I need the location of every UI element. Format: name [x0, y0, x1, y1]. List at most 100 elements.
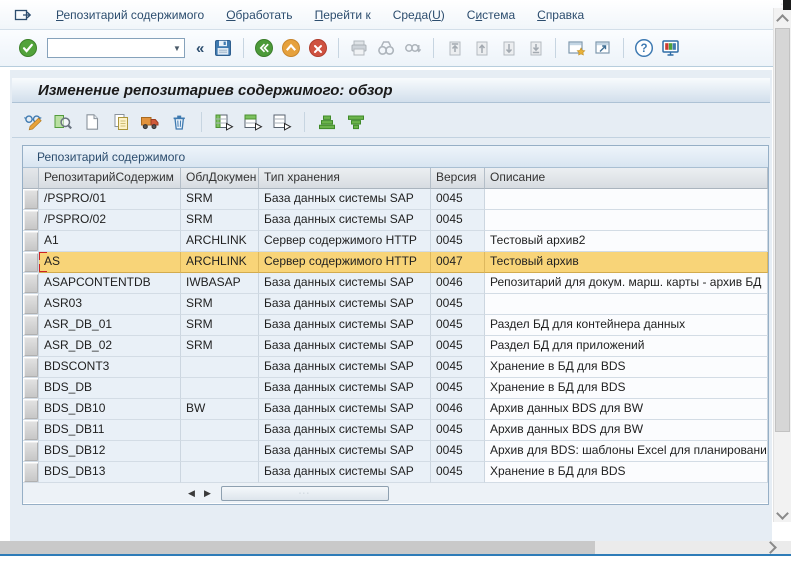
- find-button[interactable]: [374, 36, 398, 60]
- transport-button[interactable]: [138, 111, 162, 133]
- row-selector[interactable]: [23, 399, 39, 420]
- cell-description[interactable]: Архив для BDS: шаблоны Excel для планиро…: [485, 441, 768, 462]
- cell-document-area[interactable]: [181, 420, 259, 441]
- table-row[interactable]: BDSCONT3 База данных системы SAP 0045 Хр…: [23, 357, 768, 378]
- row-selector-button[interactable]: [24, 463, 38, 482]
- row-selector-button[interactable]: [24, 421, 38, 440]
- cell-description[interactable]: Хранение в БД для BDS: [485, 462, 768, 483]
- row-selector[interactable]: [23, 231, 39, 252]
- cell-storage-type[interactable]: База данных системы SAP: [259, 441, 431, 462]
- cell-description[interactable]: Тестовый архив: [485, 252, 768, 273]
- cell-repository[interactable]: A1: [39, 231, 181, 252]
- cell-version[interactable]: 0045: [431, 231, 485, 252]
- table-row[interactable]: BDS_DB11 База данных системы SAP 0045 Ар…: [23, 420, 768, 441]
- menu-item[interactable]: Система: [467, 8, 515, 22]
- horizontal-scrollbar[interactable]: [0, 541, 791, 554]
- cell-repository[interactable]: BDSCONT3: [39, 357, 181, 378]
- menu-item[interactable]: Справка: [537, 8, 584, 22]
- print-button[interactable]: [347, 36, 371, 60]
- table-row[interactable]: /PSPRO/01 SRM База данных системы SAP 00…: [23, 189, 768, 210]
- cell-description[interactable]: Хранение в БД для BDS: [485, 357, 768, 378]
- table-deselect-button[interactable]: [270, 111, 294, 133]
- cell-storage-type[interactable]: База данных системы SAP: [259, 378, 431, 399]
- column-header[interactable]: Тип хранения: [259, 168, 431, 189]
- row-selector-button[interactable]: [24, 316, 38, 335]
- cell-description[interactable]: Раздел БД для контейнера данных: [485, 315, 768, 336]
- vertical-scrollbar[interactable]: [773, 8, 791, 522]
- cell-version[interactable]: 0045: [431, 315, 485, 336]
- enter-button[interactable]: [16, 36, 40, 60]
- cell-version[interactable]: 0045: [431, 336, 485, 357]
- next-page-button[interactable]: [496, 36, 520, 60]
- cell-version[interactable]: 0045: [431, 189, 485, 210]
- cell-document-area[interactable]: [181, 462, 259, 483]
- cell-version[interactable]: 0045: [431, 210, 485, 231]
- cell-repository[interactable]: BDS_DB13: [39, 462, 181, 483]
- cell-version[interactable]: 0045: [431, 378, 485, 399]
- last-page-button[interactable]: [523, 36, 547, 60]
- table-row[interactable]: ASR_DB_01 SRM База данных системы SAP 00…: [23, 315, 768, 336]
- create-shortcut-button[interactable]: [591, 36, 615, 60]
- cell-repository[interactable]: BDS_DB11: [39, 420, 181, 441]
- row-selector[interactable]: [23, 420, 39, 441]
- cell-description[interactable]: Архив данных BDS для BW: [485, 399, 768, 420]
- cell-version[interactable]: 0045: [431, 441, 485, 462]
- cell-repository[interactable]: AS: [39, 252, 181, 273]
- table-scroll-left-icon[interactable]: ◀: [185, 486, 198, 500]
- cell-document-area[interactable]: IWBASAP: [181, 273, 259, 294]
- cell-repository[interactable]: ASR_DB_02: [39, 336, 181, 357]
- row-selector[interactable]: [23, 273, 39, 294]
- cell-version[interactable]: 0045: [431, 420, 485, 441]
- table-row[interactable]: AS ARCHLINK Сервер содержимого HTTP 0047…: [23, 252, 768, 273]
- cell-document-area[interactable]: BW: [181, 399, 259, 420]
- cell-storage-type[interactable]: База данных системы SAP: [259, 336, 431, 357]
- cell-repository[interactable]: BDS_DB: [39, 378, 181, 399]
- cell-repository[interactable]: /PSPRO/01: [39, 189, 181, 210]
- row-selector[interactable]: [23, 189, 39, 210]
- first-page-button[interactable]: [442, 36, 466, 60]
- table-row[interactable]: BDS_DB10 BW База данных системы SAP 0046…: [23, 399, 768, 420]
- cell-document-area[interactable]: ARCHLINK: [181, 252, 259, 273]
- back-button[interactable]: [252, 36, 276, 60]
- cell-repository[interactable]: BDS_DB12: [39, 441, 181, 462]
- delete-button[interactable]: [167, 111, 191, 133]
- exit-button[interactable]: [306, 36, 330, 60]
- cell-document-area[interactable]: [181, 441, 259, 462]
- collapse-command-field-button[interactable]: «: [192, 40, 208, 57]
- command-dropdown-icon[interactable]: ▼: [170, 39, 184, 57]
- copy-button[interactable]: [109, 111, 133, 133]
- cell-document-area[interactable]: SRM: [181, 294, 259, 315]
- table-select-row-button[interactable]: [241, 111, 265, 133]
- cell-storage-type[interactable]: База данных системы SAP: [259, 294, 431, 315]
- row-selector[interactable]: [23, 252, 39, 273]
- row-selector-button[interactable]: [24, 190, 38, 209]
- help-button[interactable]: ?: [632, 36, 656, 60]
- column-header[interactable]: РепозитарийСодержим: [39, 168, 181, 189]
- table-row[interactable]: ASR03 SRM База данных системы SAP 0045: [23, 294, 768, 315]
- row-selector-button[interactable]: [24, 337, 38, 356]
- cell-document-area[interactable]: SRM: [181, 189, 259, 210]
- command-field[interactable]: ▼: [47, 38, 185, 58]
- row-selector[interactable]: [23, 378, 39, 399]
- column-header[interactable]: Версия: [431, 168, 485, 189]
- cell-storage-type[interactable]: База данных системы SAP: [259, 399, 431, 420]
- save-button[interactable]: [211, 36, 235, 60]
- cell-storage-type[interactable]: База данных системы SAP: [259, 420, 431, 441]
- row-selector[interactable]: [23, 441, 39, 462]
- table-scroll-right-icon[interactable]: ▶: [201, 486, 214, 500]
- row-selector[interactable]: [23, 315, 39, 336]
- row-selector-button[interactable]: [24, 442, 38, 461]
- sort-ascending-button[interactable]: [315, 111, 339, 133]
- cell-storage-type[interactable]: Сервер содержимого HTTP: [259, 231, 431, 252]
- cell-storage-type[interactable]: База данных системы SAP: [259, 357, 431, 378]
- row-selector-button[interactable]: [24, 400, 38, 419]
- row-selector-button[interactable]: [24, 379, 38, 398]
- cell-storage-type[interactable]: База данных системы SAP: [259, 189, 431, 210]
- cell-document-area[interactable]: ARCHLINK: [181, 231, 259, 252]
- menu-item[interactable]: Перейти к: [315, 8, 371, 22]
- row-selector-button[interactable]: [24, 253, 38, 272]
- cell-storage-type[interactable]: База данных системы SAP: [259, 315, 431, 336]
- up-button[interactable]: [279, 36, 303, 60]
- table-row[interactable]: A1 ARCHLINK Сервер содержимого HTTP 0045…: [23, 231, 768, 252]
- cell-description[interactable]: Тестовый архив2: [485, 231, 768, 252]
